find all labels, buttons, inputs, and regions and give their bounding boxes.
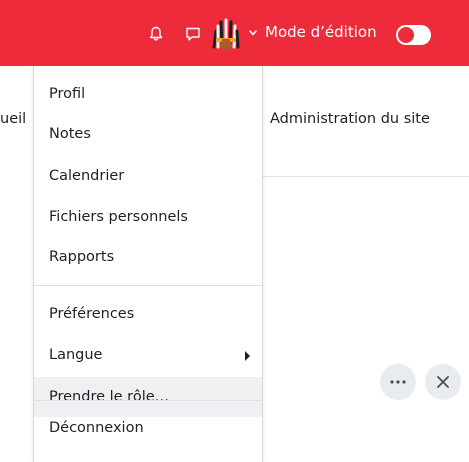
more-icon [390,380,406,384]
menu-item-label: Prendre le rôle… [49,389,170,405]
edit-mode-label: Mode d’édition [265,23,377,41]
chat-icon[interactable] [184,25,202,43]
submenu-caret-icon [245,351,250,361]
user-menu-dropdown: Profil Notes Calendrier Fichiers personn… [33,66,263,462]
menu-item-logout[interactable]: Déconnexion [34,408,262,448]
menu-item-calendar[interactable]: Calendrier [34,156,262,196]
menu-item-reports[interactable]: Rapports [34,237,262,277]
menu-item-language[interactable]: Langue [34,335,262,375]
menu-item-preferences[interactable]: Préférences [34,294,262,334]
menu-item-label: Profil [49,86,86,102]
edit-mode-toggle[interactable] [396,25,431,45]
menu-item-private-files[interactable]: Fichiers personnels [34,197,262,237]
close-icon [437,376,449,388]
menu-item-label: Langue [49,347,103,363]
menu-item-grades[interactable]: Notes [34,114,262,154]
page: Mode d’édition ueil Administration du si… [0,0,469,462]
top-navbar: Mode d’édition [0,0,469,66]
menu-item-label: Déconnexion [49,420,144,436]
menu-item-profile[interactable]: Profil [34,74,262,114]
bell-icon[interactable] [148,25,164,43]
menu-item-label: Notes [49,126,91,142]
secondary-nav-site-admin[interactable]: Administration du site [270,111,430,127]
menu-item-label: Rapports [49,249,115,265]
chevron-down-icon[interactable] [248,27,258,39]
secondary-nav-divider [262,176,469,177]
menu-item-label: Fichiers personnels [49,209,188,225]
toggle-knob [398,27,414,43]
secondary-nav-home-fragment[interactable]: ueil [0,111,26,127]
menu-item-label: Préférences [49,306,135,322]
avatar[interactable] [209,17,243,51]
menu-divider [34,400,262,401]
menu-item-label: Calendrier [49,168,125,184]
more-actions-button[interactable] [380,364,416,400]
menu-divider [34,285,262,286]
close-button[interactable] [425,364,461,400]
